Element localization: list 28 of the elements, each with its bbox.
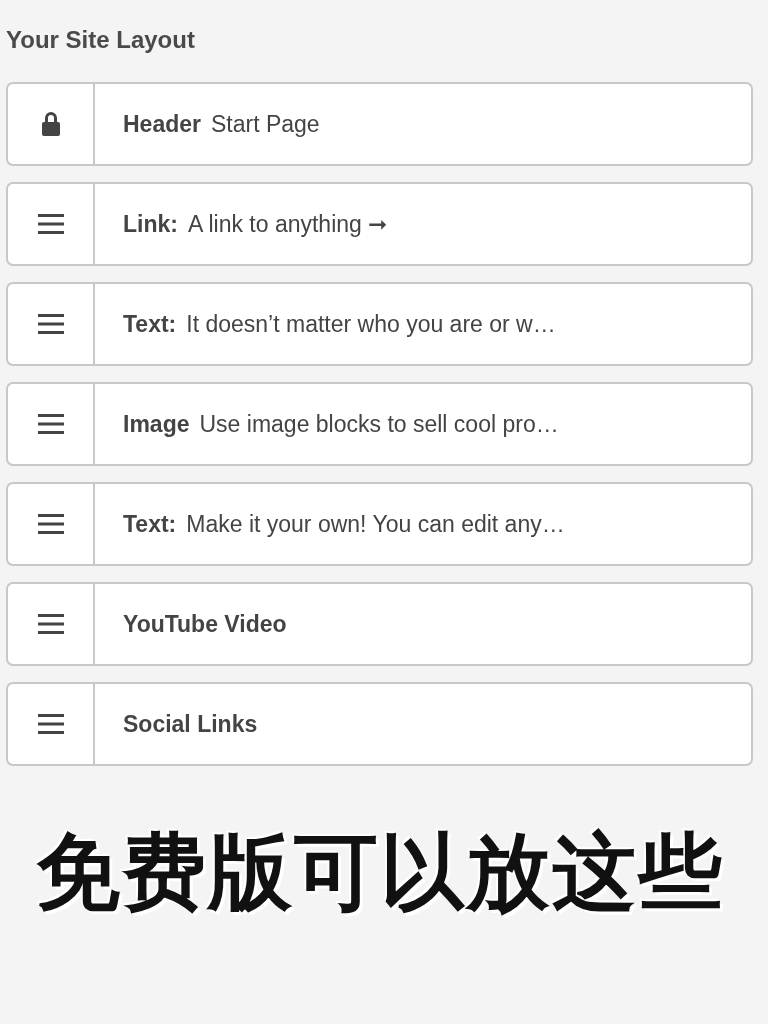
layout-block[interactable]: Text: Make it your own! You can edit any… — [6, 482, 753, 566]
block-summary: Start Page — [211, 110, 320, 138]
block-type: Text: — [123, 510, 177, 538]
block-type: Text: — [123, 310, 177, 338]
block-type: YouTube Video — [123, 610, 287, 638]
layout-block[interactable]: Text: It doesn’t matter who you are or w… — [6, 282, 753, 366]
caption: 免费版可以放这些 — [34, 822, 725, 923]
block-type: Link: — [123, 210, 178, 238]
menu-icon[interactable] — [37, 714, 64, 734]
block-summary: A link to anything ➞ — [187, 210, 388, 238]
menu-icon[interactable] — [37, 314, 64, 334]
block-summary: Use image blocks to sell cool pro… — [199, 410, 559, 438]
layout-block[interactable]: YouTube Video — [6, 582, 753, 666]
menu-icon[interactable] — [37, 514, 64, 534]
page-title: Your Site Layout — [6, 25, 196, 55]
layout-block[interactable]: Image Use image blocks to sell cool pro… — [6, 382, 753, 466]
layout-block[interactable]: Link: A link to anything ➞ — [6, 182, 753, 266]
menu-icon[interactable] — [37, 414, 64, 434]
layout-block[interactable]: Header Start Page — [6, 82, 753, 166]
block-summary: Make it your own! You can edit any… — [186, 510, 565, 538]
block-type: Social Links — [123, 710, 258, 738]
block-summary: It doesn’t matter who you are or w… — [186, 310, 556, 338]
menu-icon[interactable] — [37, 614, 64, 634]
lock-icon — [39, 111, 62, 137]
block-type: Image — [123, 410, 190, 438]
block-type: Header — [123, 110, 201, 138]
menu-icon[interactable] — [37, 214, 64, 234]
layout-block[interactable]: Social Links — [6, 682, 753, 766]
